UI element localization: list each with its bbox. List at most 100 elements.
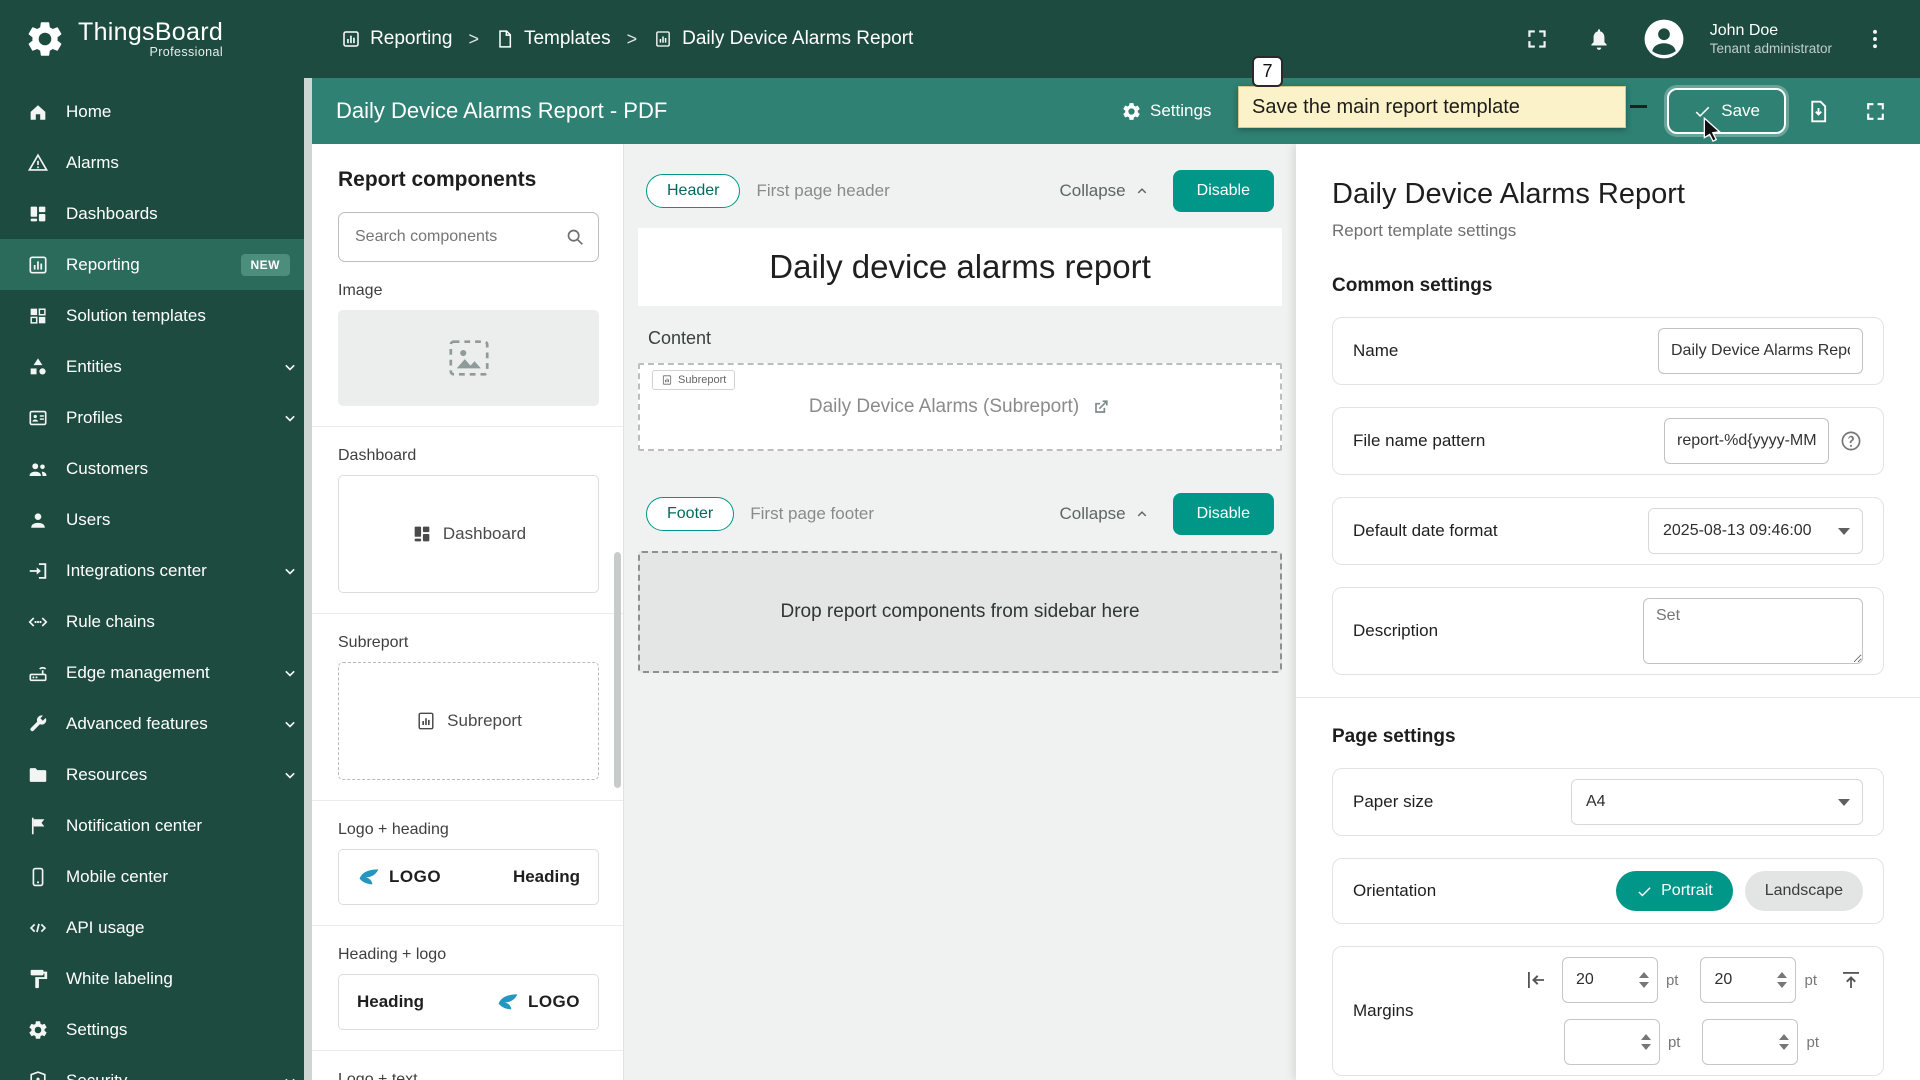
- sidebar-item-entities[interactable]: Entities: [0, 341, 312, 392]
- sidebar-item-label: Dashboards: [66, 203, 158, 223]
- component-heading-logo[interactable]: Heading LOGO: [338, 974, 599, 1030]
- sidebar-item-settings[interactable]: Settings: [0, 1004, 312, 1055]
- component-subreport[interactable]: Subreport: [338, 662, 599, 780]
- component-dashboard[interactable]: Dashboard: [338, 475, 599, 593]
- chevron-up-icon: [1133, 505, 1151, 523]
- margin-top-stepper[interactable]: [1563, 1019, 1660, 1065]
- avatar[interactable]: [1642, 17, 1686, 61]
- chevron-down-icon: [280, 357, 300, 377]
- divider: [312, 613, 623, 614]
- header-collapse-button[interactable]: Collapse: [1053, 180, 1156, 202]
- save-button[interactable]: Save: [1667, 88, 1786, 134]
- landscape-button[interactable]: Landscape: [1744, 871, 1863, 911]
- sidebar-item-label: Advanced features: [66, 713, 208, 733]
- header-disable-button[interactable]: Disable: [1172, 170, 1274, 212]
- sidebar-item-white-labeling[interactable]: White labeling: [0, 953, 312, 1004]
- search-components-box[interactable]: [338, 212, 599, 262]
- stepper-arrows[interactable]: [1638, 972, 1649, 988]
- component-logo-heading[interactable]: LOGO Heading: [338, 849, 599, 905]
- user-role: Tenant administrator: [1709, 40, 1832, 56]
- stepper-arrows[interactable]: [1640, 1034, 1651, 1050]
- search-components-input[interactable]: [353, 227, 564, 247]
- settings-icon: [27, 1019, 49, 1041]
- report-header-preview[interactable]: Daily device alarms report: [638, 228, 1282, 306]
- external-link-icon[interactable]: [1091, 397, 1111, 417]
- kebab-menu-icon[interactable]: [1856, 25, 1894, 53]
- sidebar-item-edge-management[interactable]: Edge management: [0, 647, 312, 698]
- sidebar-item-reporting[interactable]: Reporting NEW: [0, 239, 312, 290]
- subreport-content-block[interactable]: Subreport Daily Device Alarms (Subreport…: [638, 363, 1282, 451]
- mouse-cursor: [1700, 116, 1726, 147]
- breadcrumb-item[interactable]: Daily Device Alarms Report: [653, 28, 913, 50]
- logo-swoosh-icon: [357, 865, 381, 889]
- sidebar-item-solution-templates[interactable]: Solution templates: [0, 290, 312, 341]
- help-icon[interactable]: [1839, 429, 1863, 453]
- margin-left-stepper[interactable]: 20: [1561, 957, 1658, 1003]
- first-page-footer-tab[interactable]: First page footer: [750, 504, 1037, 524]
- name-input[interactable]: [1658, 328, 1863, 374]
- image-icon: [446, 335, 492, 381]
- report-canvas: Header First page header Collapse Disabl…: [624, 144, 1296, 1080]
- sidebar-item-profiles[interactable]: Profiles: [0, 392, 312, 443]
- sidebar-item-mobile-center[interactable]: Mobile center: [0, 851, 312, 902]
- annotation-tooltip: Save the main report template: [1238, 86, 1626, 128]
- editor-fullscreen-icon[interactable]: [1855, 91, 1896, 132]
- breadcrumb-item[interactable]: Templates: [495, 28, 611, 50]
- sidebar-item-dashboards[interactable]: Dashboards: [0, 188, 312, 239]
- first-page-header-tab[interactable]: First page header: [756, 181, 1037, 201]
- top-app-bar: ThingsBoard Professional Reporting > Templ…: [0, 0, 1920, 78]
- sidebar-item-api-usage[interactable]: API usage: [0, 902, 312, 953]
- details-subtitle: Report template settings: [1332, 221, 1517, 240]
- description-textarea[interactable]: [1643, 598, 1863, 664]
- settings-button[interactable]: Settings: [1107, 91, 1225, 132]
- subreport-block-title: Daily Device Alarms (Subreport): [808, 396, 1080, 417]
- fullscreen-icon[interactable]: [1518, 25, 1556, 53]
- margin-right-stepper[interactable]: 20: [1700, 957, 1797, 1003]
- footer-pill[interactable]: Footer: [646, 497, 735, 531]
- footer-collapse-button[interactable]: Collapse: [1053, 503, 1156, 525]
- integrations-icon: [27, 560, 49, 582]
- sidebar-scrollbar[interactable]: [304, 78, 312, 1080]
- sidebar-item-users[interactable]: Users: [0, 494, 312, 545]
- chevron-down-icon: [280, 714, 300, 734]
- stepper-arrows[interactable]: [1779, 1034, 1790, 1050]
- logo-heading-section-label: Logo + heading: [338, 821, 449, 838]
- chevron-down-icon: [280, 561, 300, 581]
- breadcrumb: Reporting > Templates > Daily Device Alarms …: [341, 28, 913, 50]
- stepper-arrows[interactable]: [1777, 972, 1788, 988]
- component-image[interactable]: [338, 310, 599, 406]
- name-label: Name: [1353, 341, 1399, 360]
- notifications-bell-icon[interactable]: [1580, 25, 1618, 53]
- header-pill[interactable]: Header: [646, 174, 741, 208]
- sidebar-item-resources[interactable]: Resources: [0, 749, 312, 800]
- file-pattern-input[interactable]: [1664, 418, 1829, 464]
- footer-disable-button[interactable]: Disable: [1172, 493, 1274, 535]
- margin-bottom-stepper[interactable]: [1702, 1019, 1799, 1065]
- orientation-row: Orientation Portrait Landscape: [1332, 858, 1884, 924]
- sidebar-item-integrations-center[interactable]: Integrations center: [0, 545, 312, 596]
- divider: [312, 1050, 623, 1051]
- date-format-select[interactable]: 2025-08-13 09:46:00: [1648, 508, 1863, 554]
- generate-report-icon[interactable]: [1798, 91, 1839, 132]
- sidebar-item-rule-chains[interactable]: Rule chains: [0, 596, 312, 647]
- sidebar-item-label: Profiles: [66, 407, 123, 427]
- components-scrollbar[interactable]: [614, 552, 621, 788]
- sidebar-item-customers[interactable]: Customers: [0, 443, 312, 494]
- sidebar-item-alarms[interactable]: Alarms: [0, 137, 312, 188]
- portrait-button[interactable]: Portrait: [1616, 871, 1733, 911]
- footer-dropzone[interactable]: Drop report components from sidebar here: [638, 551, 1282, 673]
- sidebar-item-advanced-features[interactable]: Advanced features: [0, 698, 312, 749]
- chevron-down-icon: [280, 408, 300, 428]
- sidebar-item-notification-center[interactable]: Notification center: [0, 800, 312, 851]
- file-pattern-label: File name pattern: [1353, 431, 1486, 450]
- sidebar-item-home[interactable]: Home: [0, 86, 312, 137]
- sidebar-item-label: Notification center: [66, 815, 203, 835]
- search-icon[interactable]: [564, 226, 586, 248]
- paper-size-select[interactable]: A4: [1571, 779, 1863, 825]
- breadcrumb-item[interactable]: Reporting: [341, 28, 452, 50]
- description-row: Description: [1332, 587, 1884, 675]
- sidebar-item-label: Security: [66, 1070, 128, 1080]
- annotation-connector: [1630, 105, 1647, 108]
- thingsboard-brand[interactable]: ThingsBoard Professional: [24, 18, 223, 60]
- sidebar-item-security[interactable]: Security: [0, 1055, 312, 1080]
